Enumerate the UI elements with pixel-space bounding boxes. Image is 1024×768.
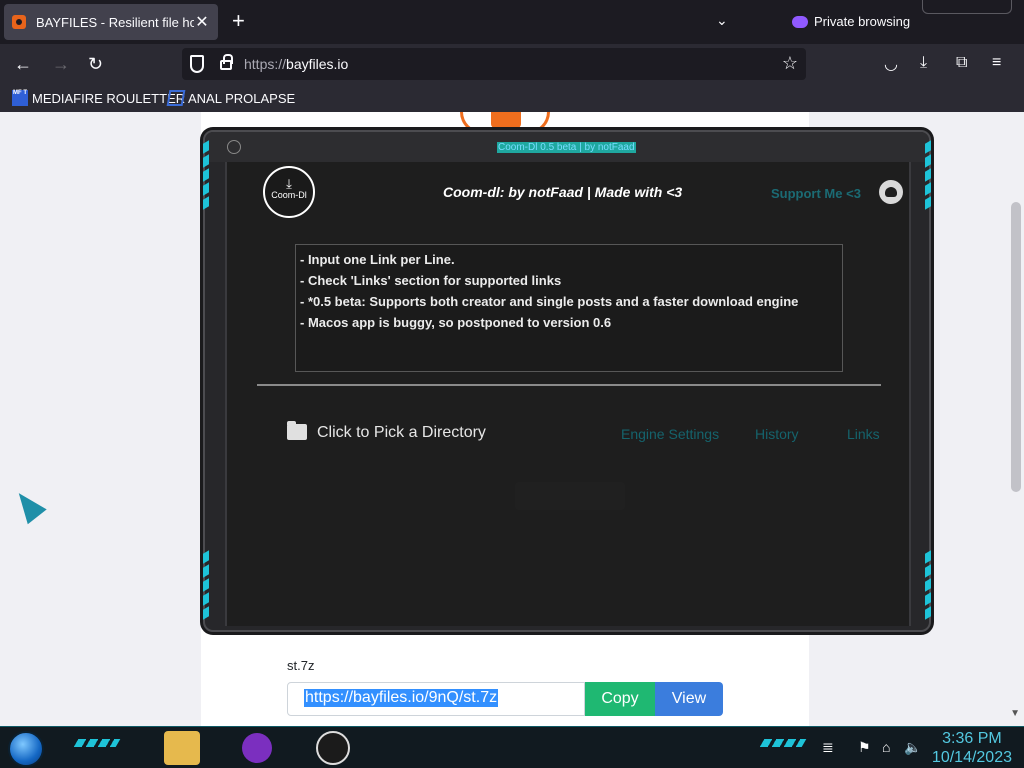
reload-icon[interactable]: ↻ [88,54,103,74]
support-me-link[interactable]: Support Me <3 [771,186,861,201]
browser-tab-bar: BAYFILES - Resilient file hosting ✕ + ⌄ … [0,0,1024,44]
clock-date: 10/14/2023 [931,749,1012,766]
private-browsing-indicator: Private browsing [792,14,910,29]
bookmark-anal-prolapse[interactable]: ANAL PROLAPSE [166,90,296,106]
coom-dl-window: Coom-Dl 0.5 beta | by notFaad ⤓ Coom-Dl … [203,130,931,632]
note-line: - Input one Link per Line. [300,252,455,267]
file-explorer-icon[interactable] [164,731,200,765]
volume-icon[interactable]: 🔈 [904,739,921,756]
right-bottom-lights [925,550,931,622]
app-window-icon [227,140,241,154]
right-top-lights [925,140,931,212]
view-button[interactable]: View [655,682,723,716]
app-content: ⤓ Coom-Dl Coom-dl: by notFaad | Made wit… [225,162,911,626]
bayfiles-favicon-icon [12,15,26,29]
github-icon[interactable] [879,180,903,204]
left-top-lights [203,140,209,212]
lock-icon[interactable] [220,54,233,70]
taskbar: ≣ ⚑ ⌂ 🔈 3:36 PM 10/14/2023 [0,726,1024,768]
folder-icon[interactable] [287,421,307,440]
forward-arrow-icon[interactable]: → [52,54,70,74]
window-controls[interactable] [922,0,1012,14]
show-hidden-icons-icon[interactable]: ≣ [822,739,834,756]
downloads-icon[interactable]: ⤓ [920,54,927,72]
taskbar-deco-left [73,739,121,747]
bookmarks-toolbar: MF T MEDIAFIRE ROULETTER ANAL PROLAPSE [0,86,1024,112]
engine-settings-link[interactable]: Engine Settings [621,426,719,442]
private-browsing-label: Private browsing [814,14,911,29]
copy-button[interactable]: Copy [585,682,655,716]
app-titlebar[interactable]: Coom-Dl 0.5 beta | by notFaad [205,132,929,162]
taskbar-clock[interactable]: 3:36 PM 10/14/2023 [932,729,1012,767]
list-all-tabs-chevron-down-icon[interactable]: ⌄ [716,12,728,29]
app-window-title: Coom-Dl 0.5 beta | by notFaad [497,142,636,153]
tab-title: BAYFILES - Resilient file hosting [36,14,194,30]
file-name: st.7z [287,658,315,673]
scrollbar-thumb[interactable] [1011,202,1021,492]
bookmark-mediafire-rouletter[interactable]: MF T MEDIAFIRE ROULETTER [12,90,185,106]
private-mask-icon [792,15,808,28]
browser-nav-bar: ← → ↻ https://bayfiles.io ☆ ◡ ⤓ ⧉ ≡ [0,44,1024,86]
bookmark-label: ANAL PROLAPSE [188,90,296,106]
new-tab-button[interactable]: + [232,10,245,32]
extensions-icon[interactable]: ⧉ [956,54,967,72]
download-link-text: https://bayfiles.io/9nQ/st.7z [304,689,499,707]
sigma-favicon-icon [166,90,186,106]
tab-bayfiles[interactable]: BAYFILES - Resilient file hosting ✕ [4,4,218,40]
app-header: Coom-dl: by notFaad | Made with <3 [443,184,683,200]
download-button[interactable] [515,482,625,510]
logo-text: Coom-Dl [271,190,307,200]
note-line: - Macos app is buggy, so postponed to ve… [300,315,612,330]
close-tab-icon[interactable]: ✕ [194,12,210,32]
note-line: - Check 'Links' section for supported li… [300,273,562,288]
download-link-input[interactable]: https://bayfiles.io/9nQ/st.7z [287,682,585,716]
url-scheme: https:// [244,56,287,72]
url-host: bayfiles.io [286,56,349,72]
tracking-protection-shield-icon[interactable] [190,55,204,73]
url-bar[interactable]: https://bayfiles.io ☆ [182,48,806,80]
start-orb-icon[interactable] [8,731,44,767]
links-textbox[interactable]: - Input one Link per Line. - Check 'Link… [295,244,843,372]
bookmark-star-icon[interactable]: ☆ [782,53,798,74]
coom-dl-taskbar-icon[interactable] [316,731,350,765]
network-icon[interactable]: ⌂ [882,739,890,755]
bookmark-label: MEDIAFIRE ROULETTER [32,90,186,106]
links-link[interactable]: Links [847,426,880,442]
taskbar-deco-right [759,739,807,747]
download-arrow-icon: ⤓ [286,176,292,191]
left-bottom-lights [203,550,209,622]
note-line: - *0.5 beta: Supports both creator and s… [300,294,799,309]
scroll-down-arrow-icon[interactable]: ▼ [1010,708,1020,719]
divider [257,384,881,386]
firefox-private-icon[interactable] [242,733,272,763]
clock-time: 3:36 PM [942,730,1002,747]
back-arrow-icon[interactable]: ← [14,54,32,74]
history-link[interactable]: History [755,426,799,442]
menu-hamburger-icon[interactable]: ≡ [992,54,1001,72]
action-center-flag-icon[interactable]: ⚑ [858,739,871,756]
pocket-icon[interactable]: ◡ [884,54,898,74]
coom-dl-logo: ⤓ Coom-Dl [263,166,315,218]
mediafire-favicon-icon: MF T [12,90,28,106]
url-text[interactable]: https://bayfiles.io [244,56,348,72]
pick-directory-button[interactable]: Click to Pick a Directory [317,424,486,442]
